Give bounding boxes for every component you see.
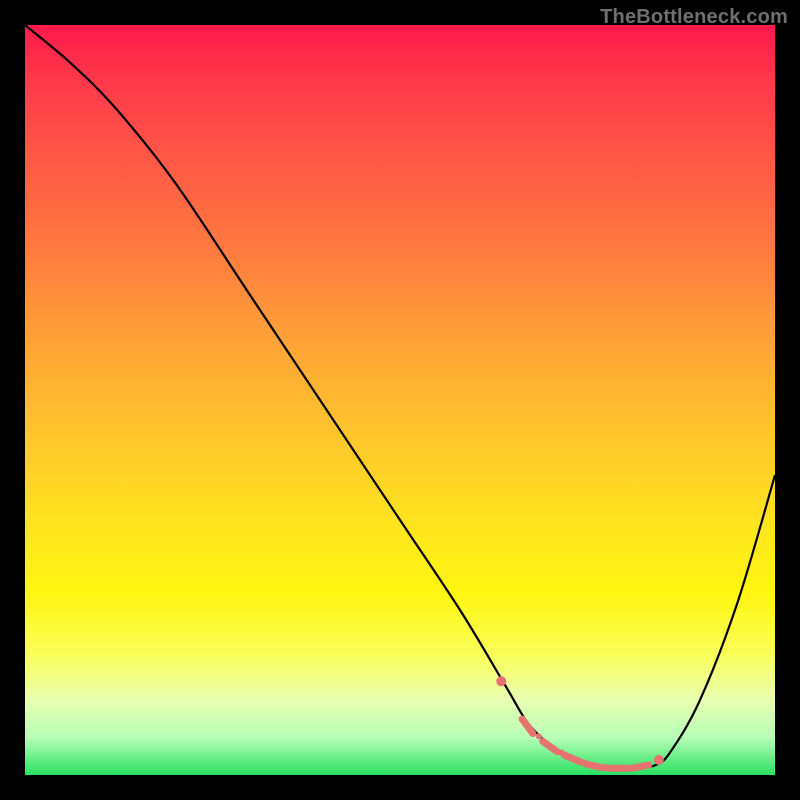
chart-area <box>25 25 775 775</box>
marker-dot <box>496 676 506 686</box>
watermark-text: TheBottleneck.com <box>600 6 788 29</box>
marker-dash <box>631 765 649 769</box>
bottleneck-curve <box>25 25 775 775</box>
marker-dash <box>586 764 604 768</box>
marker-dot <box>654 755 664 765</box>
marker-dash <box>543 741 558 751</box>
highlight-markers <box>496 676 664 770</box>
curve-path <box>25 25 775 769</box>
marker-dash <box>522 719 533 734</box>
marker-dash <box>564 755 581 762</box>
